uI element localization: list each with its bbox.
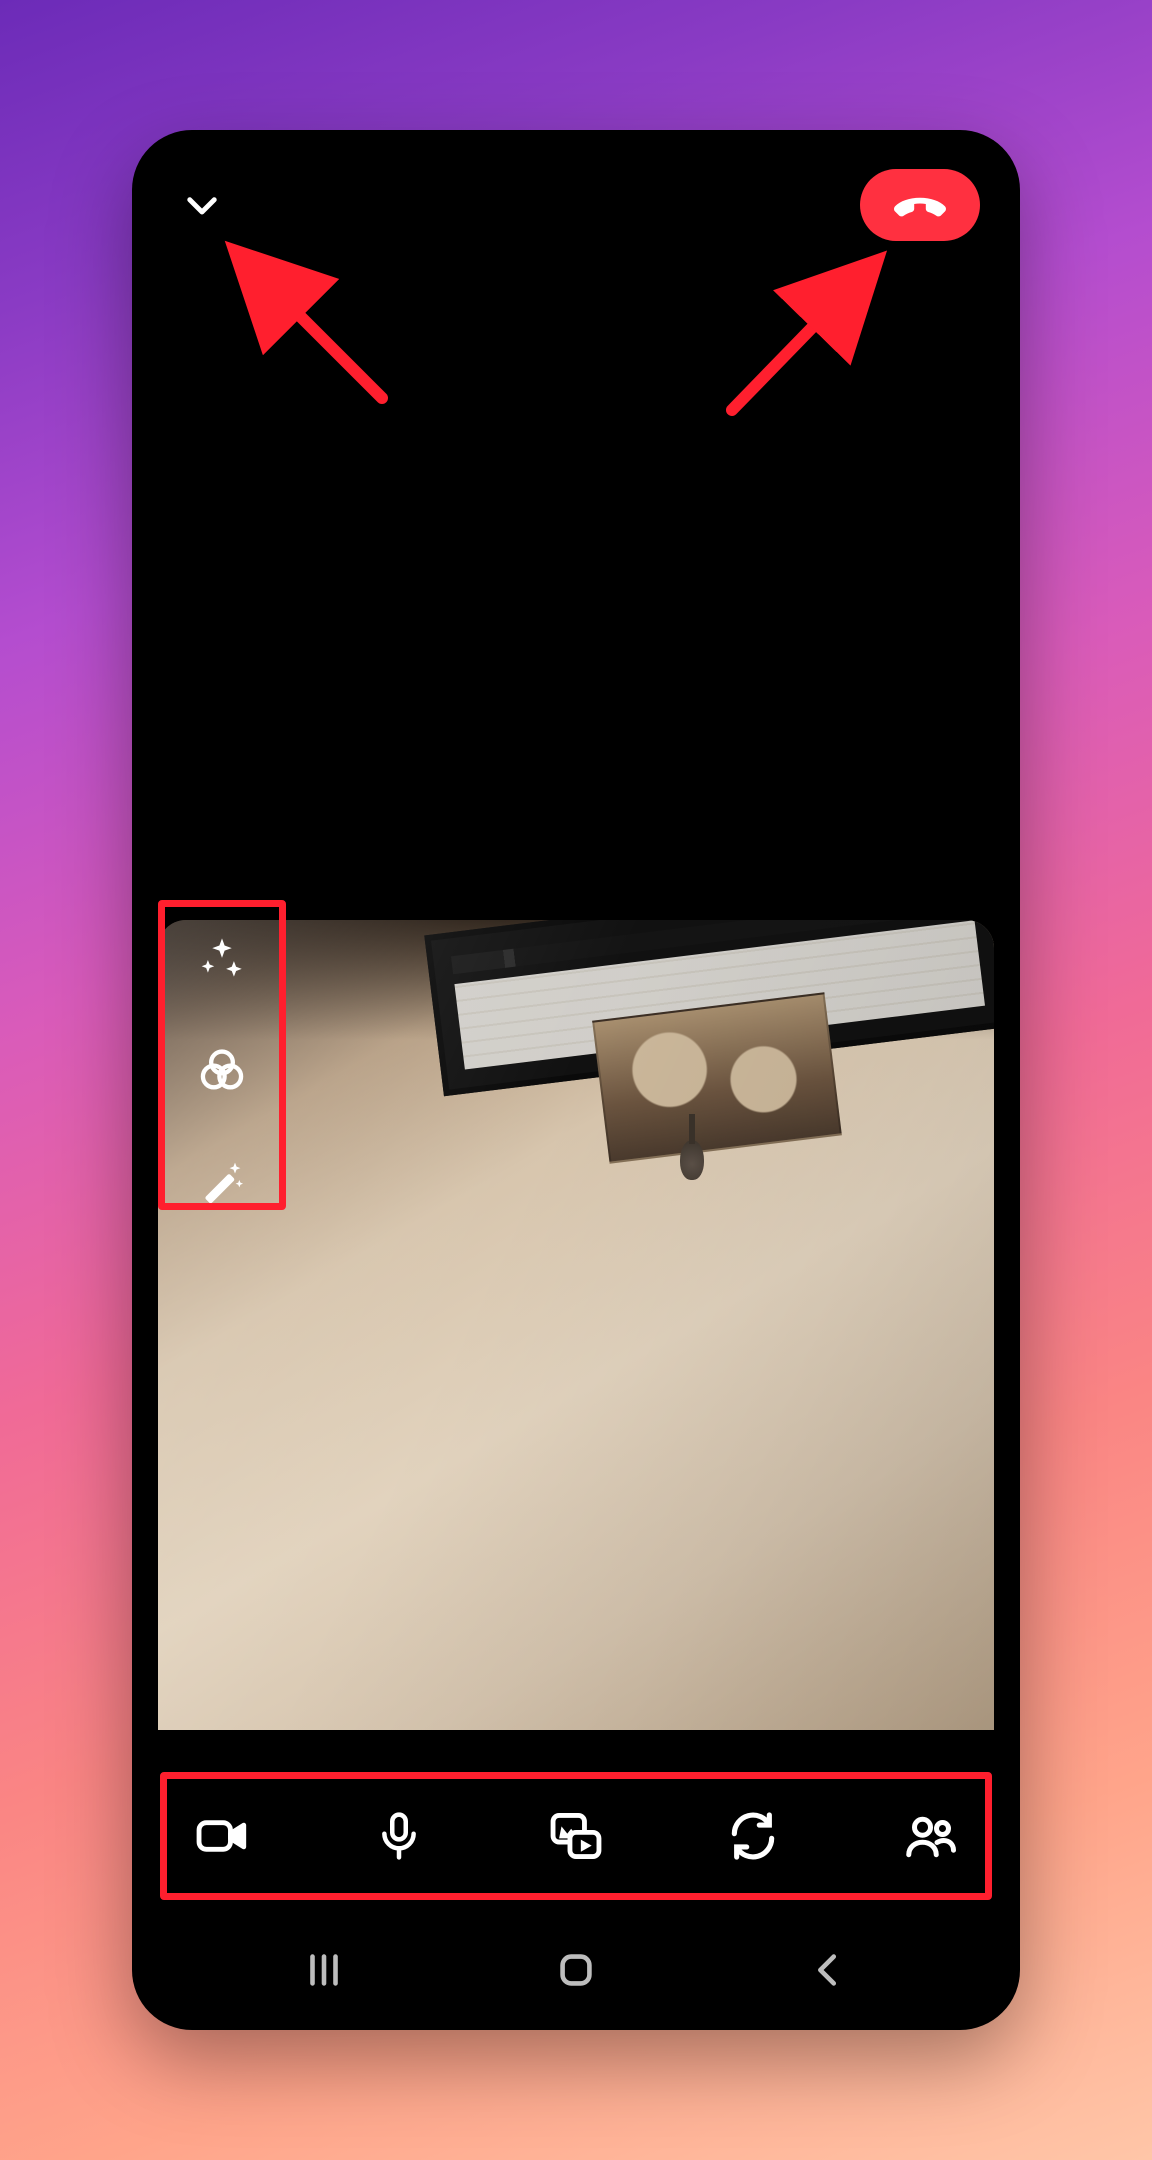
minimize-call-button[interactable] bbox=[172, 175, 232, 235]
video-camera-icon bbox=[193, 1807, 251, 1865]
toggle-video-button[interactable] bbox=[172, 1786, 272, 1886]
magic-wand-icon bbox=[196, 1154, 248, 1206]
toggle-mic-button[interactable] bbox=[349, 1786, 449, 1886]
nav-recents-button[interactable] bbox=[264, 1940, 384, 2000]
sparkles-effect-button[interactable] bbox=[182, 920, 262, 1000]
nav-back-button[interactable] bbox=[768, 1940, 888, 2000]
media-share-icon bbox=[547, 1807, 605, 1865]
end-call-button[interactable] bbox=[860, 169, 980, 241]
phone-frame bbox=[132, 130, 1020, 2030]
filters-effect-button[interactable] bbox=[182, 1030, 262, 1110]
chevron-down-icon bbox=[181, 184, 223, 226]
hangup-icon bbox=[891, 176, 949, 234]
filters-icon bbox=[196, 1044, 248, 1096]
call-topbar bbox=[132, 160, 1020, 250]
self-camera-preview[interactable] bbox=[158, 920, 994, 1730]
home-icon bbox=[553, 1947, 599, 1993]
microphone-icon bbox=[372, 1809, 426, 1863]
annotation-arrow-minimize bbox=[212, 228, 402, 418]
add-people-button[interactable] bbox=[880, 1786, 980, 1886]
magic-wand-effect-button[interactable] bbox=[182, 1140, 262, 1220]
gradient-background bbox=[0, 0, 1152, 2160]
call-toolbar bbox=[172, 1784, 980, 1888]
system-navbar bbox=[132, 1936, 1020, 2004]
preview-light-prop bbox=[158, 920, 994, 1730]
share-media-button[interactable] bbox=[526, 1786, 626, 1886]
arrow-icon bbox=[712, 240, 902, 430]
switch-camera-icon bbox=[725, 1808, 781, 1864]
annotation-arrow-hangup bbox=[712, 240, 902, 430]
sparkles-icon bbox=[196, 934, 248, 986]
switch-camera-button[interactable] bbox=[703, 1786, 803, 1886]
arrow-icon bbox=[212, 228, 402, 418]
people-icon bbox=[900, 1806, 960, 1866]
nav-home-button[interactable] bbox=[516, 1940, 636, 2000]
effects-rail bbox=[174, 920, 270, 1220]
back-icon bbox=[805, 1947, 851, 1993]
recents-icon bbox=[301, 1947, 347, 1993]
